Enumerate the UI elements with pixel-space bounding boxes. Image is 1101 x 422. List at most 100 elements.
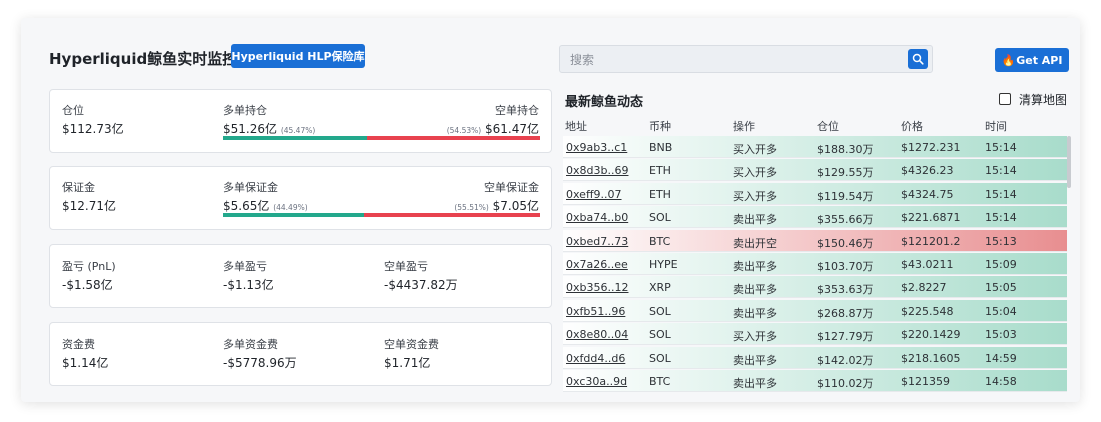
row-address-link[interactable]: 0xfb51..96 [566, 305, 625, 318]
total-pnl-label: 盈亏 (PnL) [62, 260, 116, 273]
row-time: 15:14 [985, 211, 1017, 225]
row-price: $225.548 [901, 304, 954, 318]
search-box [559, 45, 933, 73]
long-margin-value: $5.65亿 [223, 199, 270, 213]
row-position: $142.02万 [817, 353, 874, 367]
column-header-position: 仓位 [817, 120, 839, 133]
short-pnl-value: -$4437.82万 [384, 278, 458, 292]
search-button[interactable] [908, 49, 928, 69]
long-funding-label: 多单资金费 [223, 338, 278, 351]
row-price: $4326.23 [901, 164, 954, 178]
row-action: 卖出平多 [733, 283, 777, 297]
table-row[interactable]: 0xfdd4..d6 SOL 卖出平多 $142.02万 $218.1605 14:59 [563, 346, 1067, 369]
dashboard-card: Hyperliquid鲸鱼实时监控 Hyperliquid HLP保险库 🔥 G… [21, 18, 1080, 402]
row-time: 14:58 [985, 375, 1017, 388]
long-position-pct: (45.47%) [280, 126, 316, 135]
liquidation-map-label: 清算地图 [1019, 92, 1068, 107]
row-position: $119.54万 [817, 189, 874, 203]
row-time: 15:05 [985, 281, 1017, 295]
search-icon [912, 53, 924, 65]
row-address-link[interactable]: 0x9ab3..c1 [566, 141, 627, 154]
row-price: $2.8227 [901, 281, 947, 295]
table-scrollbar[interactable] [1067, 136, 1071, 188]
short-position-value: $61.47亿 [485, 122, 539, 136]
row-coin: BTC [649, 375, 671, 388]
row-action: 买入开多 [733, 189, 777, 203]
total-margin-value: $12.71亿 [62, 199, 116, 213]
short-funding-label: 空单资金费 [384, 338, 439, 351]
table-row[interactable]: 0x8e80..04 SOL 买入开多 $127.79万 $220.1429 15:03 [563, 323, 1067, 346]
table-row[interactable]: 0xbed7..73 BTC 卖出开空 $150.46万 $121201.2 15:13 [563, 229, 1067, 252]
row-action: 卖出平多 [733, 377, 777, 390]
column-header-time: 时间 [985, 120, 1007, 133]
row-coin: HYPE [649, 258, 678, 271]
liquidation-map-toggle[interactable]: 清算地图 [999, 91, 1067, 107]
hlp-vault-button[interactable]: Hyperliquid HLP保险库 [231, 44, 365, 68]
total-position-value: $112.73亿 [62, 122, 124, 136]
total-pnl-value: -$1.58亿 [62, 278, 113, 292]
liquidation-map-checkbox[interactable] [999, 93, 1011, 105]
table-row[interactable]: 0x8d3b..69 ETH 买入开多 $129.55万 $4326.23 15:14 [563, 159, 1067, 182]
get-api-label: Get API [1016, 53, 1063, 67]
row-price: $121359 [901, 375, 950, 388]
table-row[interactable]: 0xba74..b0 SOL 卖出平多 $355.66万 $221.6871 15:14 [563, 206, 1067, 229]
total-funding-label: 资金费 [62, 338, 95, 351]
row-action: 卖出平多 [733, 306, 777, 320]
whale-feed-title: 最新鲸鱼动态 [565, 95, 644, 110]
short-position-label: 空单持仓 [495, 104, 539, 117]
long-pnl-label: 多单盈亏 [223, 260, 267, 273]
long-position-value: $51.26亿 [223, 122, 277, 136]
row-position: $129.55万 [817, 166, 874, 180]
row-price: $221.6871 [901, 211, 961, 225]
search-input[interactable] [568, 49, 892, 71]
row-time: 15:09 [985, 258, 1017, 271]
column-header-action: 操作 [733, 120, 755, 133]
row-position: $110.02万 [817, 377, 874, 390]
row-position: $268.87万 [817, 306, 874, 320]
table-row[interactable]: 0xeff9..07 ETH 买入开多 $119.54万 $4324.75 15:14 [563, 182, 1067, 205]
row-address-link[interactable]: 0xc30a..9d [566, 375, 627, 388]
row-time: 15:14 [985, 141, 1017, 154]
table-row[interactable]: 0xfb51..96 SOL 卖出平多 $268.87万 $225.548 15:04 [563, 299, 1067, 322]
long-margin-pct: (44.49%) [273, 203, 308, 212]
short-margin-label: 空单保证金 [484, 181, 539, 194]
table-row[interactable]: 0x7a26..ee HYPE 卖出平多 $103.70万 $43.0211 15:09 [563, 253, 1067, 275]
pnl-stat-card: 盈亏 (PnL) -$1.58亿 多单盈亏 -$1.13亿 空单盈亏 -$443… [49, 244, 552, 308]
row-coin: BTC [649, 234, 671, 248]
column-header-address: 地址 [565, 120, 587, 133]
row-address-link[interactable]: 0xeff9..07 [566, 188, 622, 201]
short-margin-pct: (55.51%) [454, 203, 489, 212]
row-address-link[interactable]: 0xbed7..73 [566, 235, 628, 248]
table-row[interactable]: 0x9ab3..c1 BNB 买入开多 $188.30万 $1272.231 15:14 [563, 136, 1067, 158]
row-address-link[interactable]: 0x8e80..04 [566, 328, 628, 341]
column-header-price: 价格 [901, 120, 923, 133]
row-address-link[interactable]: 0x7a26..ee [566, 258, 628, 271]
row-price: $1272.231 [901, 141, 961, 154]
whale-table-header: 地址 币种 操作 仓位 价格 时间 [565, 118, 1067, 136]
table-row[interactable]: 0xb356..12 XRP 卖出平多 $353.63万 $2.8227 15:05 [563, 276, 1067, 299]
row-address-link[interactable]: 0xfdd4..d6 [566, 352, 625, 365]
row-action: 卖出平多 [733, 260, 777, 273]
row-time: 15:14 [985, 187, 1017, 201]
row-address-link[interactable]: 0xba74..b0 [566, 211, 628, 224]
row-coin: SOL [649, 304, 671, 318]
position-stat-card: 仓位 $112.73亿 多单持仓 $51.26亿 (45.47%) 空单持仓 (… [49, 89, 552, 153]
row-action: 卖出开空 [733, 236, 777, 250]
table-row[interactable]: 0xc30a..9d BTC 卖出平多 $110.02万 $121359 14:58 [563, 370, 1067, 392]
long-margin-label: 多单保证金 [223, 181, 278, 194]
row-coin: ETH [649, 164, 671, 178]
row-coin: BNB [649, 141, 673, 154]
page-title: Hyperliquid鲸鱼实时监控 [49, 50, 238, 68]
get-api-button[interactable]: 🔥 Get API [995, 48, 1069, 72]
margin-stat-card: 保证金 $12.71亿 多单保证金 $5.65亿 (44.49%) 空单保证金 … [49, 166, 552, 230]
row-address-link[interactable]: 0xb356..12 [566, 281, 628, 294]
row-time: 14:59 [985, 351, 1017, 365]
long-position-bar [223, 136, 368, 140]
row-action: 卖出平多 [733, 213, 777, 227]
short-position-bar [367, 136, 540, 140]
row-price: $220.1429 [901, 328, 961, 342]
total-position-label: 仓位 [62, 104, 84, 117]
row-position: $103.70万 [817, 260, 874, 273]
row-position: $355.66万 [817, 213, 874, 227]
row-address-link[interactable]: 0x8d3b..69 [566, 164, 628, 177]
